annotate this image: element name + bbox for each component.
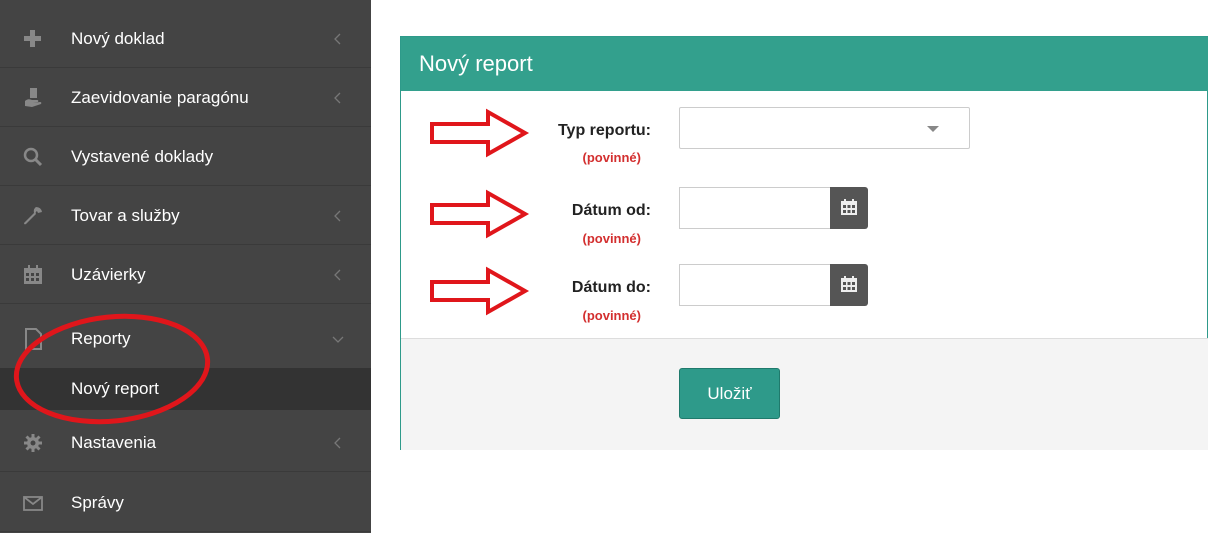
panel-footer — [401, 338, 1208, 450]
document-icon — [25, 328, 42, 350]
chevron-left-icon — [334, 437, 341, 449]
calendar-icon — [24, 265, 42, 284]
search-icon — [23, 147, 43, 167]
panel-header: Nový report — [401, 37, 1208, 91]
chevron-down-icon — [332, 336, 344, 343]
sidebar-item-label: Tovar a služby — [71, 206, 180, 225]
sidebar-item-label: Vystavené doklady — [71, 147, 214, 166]
date-to-required: (povinné) — [582, 308, 642, 323]
wrench-icon — [24, 207, 42, 225]
plus-icon — [24, 30, 41, 47]
chevron-left-icon — [334, 33, 341, 45]
page-title: Nový report — [419, 51, 533, 76]
chevron-left-icon — [334, 210, 341, 222]
sidebar-item-label: Zaevidovanie paragónu — [71, 88, 249, 107]
date-to-label: Dátum do: — [571, 279, 651, 296]
date-from-label: Dátum od: — [571, 202, 651, 219]
sidebar-item-zaevidovanie-paragonu[interactable]: Zaevidovanie paragónu — [0, 69, 371, 127]
sidebar: Nový doklad Zaevidovanie paragónu Vystav… — [0, 0, 371, 533]
sidebar-item-vystavene-doklady[interactable]: Vystavené doklady — [0, 128, 371, 186]
sidebar-item-label: Správy — [71, 493, 124, 512]
dropdown-arrow-icon — [927, 126, 939, 132]
sidebar-item-tovar-a-sluzby[interactable]: Tovar a služby — [0, 187, 371, 245]
sidebar-item-label: Nastavenia — [71, 433, 157, 452]
calendar-icon — [841, 199, 857, 215]
report-type-label: Typ reportu: — [557, 122, 651, 139]
sidebar-item-uzavierky[interactable]: Uzávierky — [0, 246, 371, 304]
sidebar-item-spravy[interactable]: Správy — [0, 474, 371, 532]
report-type-select[interactable] — [679, 107, 970, 149]
chevron-left-icon — [334, 92, 341, 104]
date-from-calendar-button[interactable] — [830, 187, 868, 229]
chevron-left-icon — [334, 269, 341, 281]
save-button[interactable]: Uložiť — [679, 368, 780, 419]
sidebar-item-novy-doklad[interactable]: Nový doklad — [0, 10, 371, 68]
sidebar-subitem-novy-report[interactable]: Nový report — [0, 368, 371, 410]
date-from-input[interactable] — [679, 187, 831, 229]
report-type-required: (povinné) — [582, 150, 642, 165]
sidebar-item-label: Nový doklad — [71, 29, 165, 48]
date-to-input[interactable] — [679, 264, 831, 306]
sidebar-item-label: Reporty — [71, 329, 131, 348]
calendar-icon — [841, 276, 857, 292]
receipt-hand-icon — [25, 88, 42, 107]
sidebar-item-reporty[interactable]: Reporty — [0, 310, 371, 368]
date-from-required: (povinné) — [582, 231, 642, 246]
date-to-calendar-button[interactable] — [830, 264, 868, 306]
envelope-icon — [23, 496, 43, 511]
sidebar-subitem-label: Nový report — [71, 379, 159, 398]
sidebar-item-nastavenia[interactable]: Nastavenia — [0, 414, 371, 472]
gear-icon — [24, 434, 42, 452]
sidebar-item-label: Uzávierky — [71, 265, 146, 284]
